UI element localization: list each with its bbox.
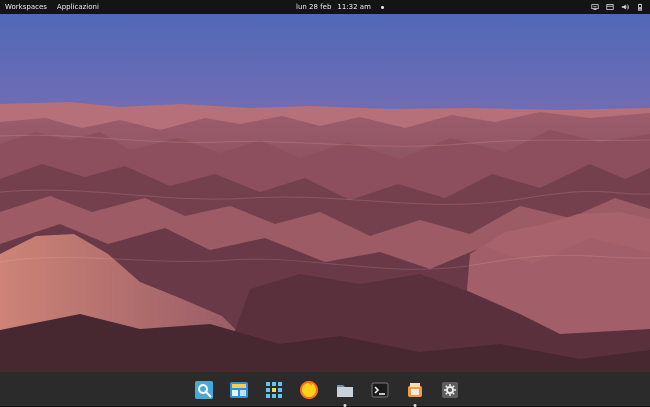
network-icon[interactable] (591, 3, 599, 11)
apps-grid-icon[interactable] (263, 379, 285, 401)
clock[interactable]: lun 28 feb 11:32 am (296, 0, 384, 14)
notification-dot-icon (380, 5, 384, 9)
window-icon[interactable] (606, 3, 614, 11)
date-label: lun 28 feb (296, 3, 332, 11)
workspaces-button[interactable]: Workspaces (5, 0, 47, 14)
top-panel: Workspaces Applicazioni lun 28 feb 11:32… (0, 0, 650, 14)
canyon-wallpaper (0, 14, 650, 372)
app-center-icon[interactable] (228, 379, 250, 401)
files-icon[interactable] (334, 379, 356, 407)
applications-button[interactable]: Applicazioni (57, 0, 99, 14)
terminal-icon[interactable] (369, 379, 391, 401)
volume-icon[interactable] (621, 3, 629, 11)
dock (0, 372, 650, 407)
search-app-icon[interactable] (193, 379, 215, 401)
desktop-wallpaper[interactable] (0, 14, 650, 372)
battery-icon[interactable] (636, 3, 644, 11)
settings-icon[interactable] (439, 379, 461, 401)
store-icon[interactable] (404, 379, 426, 407)
firefox-icon[interactable] (298, 379, 320, 401)
time-label: 11:32 am (337, 3, 371, 11)
